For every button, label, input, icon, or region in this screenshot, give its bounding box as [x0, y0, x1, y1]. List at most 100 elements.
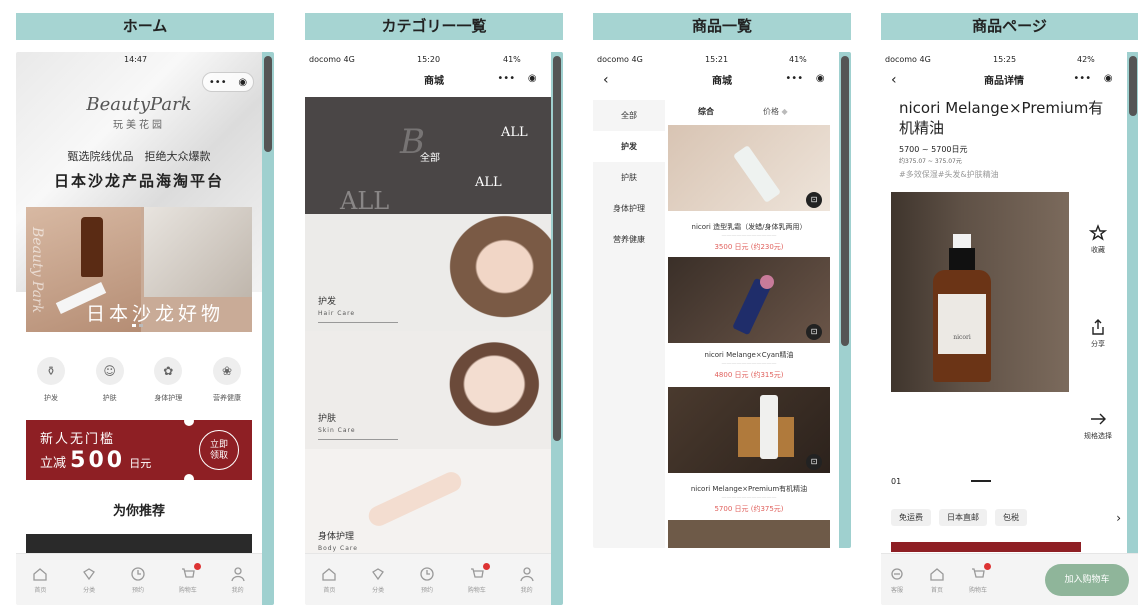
- tab-category[interactable]: 分类: [370, 566, 386, 594]
- scrollbar[interactable]: [262, 52, 274, 605]
- arrow-right-icon: [1091, 413, 1106, 425]
- more-icon[interactable]: •••: [497, 73, 515, 84]
- sidebar-item-skin[interactable]: 护肤: [593, 162, 665, 193]
- user-icon: [230, 566, 245, 581]
- mini-program-capsule[interactable]: ••• ◉: [202, 72, 254, 92]
- category-skin-care[interactable]: 护肤 Skin Care: [305, 331, 551, 449]
- product-list-screen: docomo 4G 15:21 41% ‹ 商城 ••• ◉ 全部 护发 护肤 身体护…: [593, 52, 851, 548]
- status-bar: docomo 4G 15:25 42%: [885, 55, 1095, 64]
- add-to-cart-button[interactable]: 加入购物车: [1045, 563, 1129, 596]
- header-category: カテゴリー一覧: [305, 13, 563, 40]
- add-cart-icon[interactable]: ⊡: [806, 324, 822, 340]
- category-skin[interactable]: ☺ 护肤: [85, 357, 135, 403]
- model-photo: [365, 468, 465, 530]
- clock-icon: [420, 566, 434, 581]
- sort-icon: ◆: [781, 107, 788, 116]
- category-icon: [372, 567, 385, 580]
- claim-button[interactable]: 立即 领取: [199, 430, 239, 470]
- product-tags: #多效保湿#头发&护肤精油: [899, 170, 999, 179]
- status-bar: 14:47: [124, 55, 148, 64]
- mini-program-capsule[interactable]: ••• ◉: [491, 68, 543, 88]
- target-icon[interactable]: ◉: [238, 77, 247, 88]
- product-name[interactable]: nicori Melange×Cyan精油: [668, 350, 830, 360]
- cart-badge: [193, 562, 201, 570]
- category-body-care[interactable]: 身体护理 Body Care: [305, 449, 551, 553]
- target-icon[interactable]: ◉: [528, 73, 537, 84]
- tab-cart[interactable]: 购物车: [179, 562, 201, 594]
- home-screen: 14:47 ••• ◉ BeautyPark 玩美花园 甄选院线优品 拒绝大众爆款…: [16, 52, 274, 605]
- brand-chinese: 玩美花园: [113, 120, 165, 131]
- model-photo: [425, 331, 551, 449]
- category-icon: [83, 567, 96, 580]
- brand-logo: BeautyPark: [86, 94, 192, 115]
- tab-cart[interactable]: 购物车: [468, 562, 490, 594]
- price-range: 5700 ~ 5700日元: [899, 145, 968, 154]
- sidebar-item-body[interactable]: 身体护理: [593, 193, 665, 224]
- home-button[interactable]: 首页: [929, 566, 945, 594]
- tab-home[interactable]: 首页: [32, 566, 48, 594]
- category-label: 全部: [420, 153, 440, 164]
- category-all[interactable]: B 全部 ALL ALL ALL: [305, 97, 551, 214]
- face-icon: ☺: [95, 357, 124, 385]
- scrollbar[interactable]: [839, 52, 851, 548]
- favorite-button[interactable]: 收藏: [1077, 224, 1119, 255]
- product-name[interactable]: nicori Melange×Premium有机精油: [668, 484, 830, 494]
- spec-select-button[interactable]: 规格选择: [1077, 410, 1119, 441]
- target-icon[interactable]: ◉: [816, 73, 825, 84]
- tab-bar: 首页 分类 预约 购物车 我的: [16, 553, 262, 605]
- product-detail-screen: docomo 4G 15:25 42% ‹ 商品详情 ••• ◉ nicori Mel…: [881, 52, 1138, 605]
- mini-program-capsule[interactable]: ••• ◉: [1067, 68, 1119, 88]
- detail-banner: [891, 542, 1081, 552]
- platform-slogan: 日本沙龙产品海淘平台: [53, 172, 224, 190]
- tab-profile[interactable]: 我的: [519, 566, 535, 594]
- cart-badge: [482, 562, 490, 570]
- scrollbar[interactable]: [551, 52, 563, 605]
- image-index: 01: [891, 477, 902, 486]
- chevron-right-icon[interactable]: ›: [1116, 511, 1121, 525]
- clock-icon: [131, 566, 145, 581]
- tab-bar: 首页 分类 预约 购物车 我的: [305, 553, 551, 605]
- sidebar-item-all[interactable]: 全部: [593, 100, 665, 131]
- tab-home[interactable]: 首页: [321, 566, 337, 594]
- service-badges[interactable]: 免运费 日本直邮 包税 ›: [891, 509, 1121, 526]
- more-icon[interactable]: •••: [209, 77, 227, 88]
- more-icon[interactable]: •••: [1073, 73, 1091, 84]
- status-bar: docomo 4G 15:20 41%: [309, 55, 521, 64]
- hero-banner[interactable]: Beauty Park 日本沙龙好物: [26, 207, 252, 332]
- category-hair-care[interactable]: 护发 Hair Care: [305, 214, 551, 331]
- category-hair[interactable]: ⚱ 护发: [26, 357, 76, 403]
- category-body[interactable]: ✿ 身体护理: [143, 357, 193, 403]
- category-row: ⚱ 护发 ☺ 护肤 ✿ 身体护理 ❀ 营养健康: [26, 357, 252, 403]
- tab-category[interactable]: 分类: [81, 566, 97, 594]
- sort-tab-default[interactable]: 综合: [698, 106, 714, 117]
- product-name[interactable]: nicori 造型乳霜（发蜡/身体乳两用）: [668, 222, 830, 232]
- target-icon[interactable]: ◉: [1104, 73, 1113, 84]
- recommend-product-image[interactable]: [26, 534, 252, 554]
- add-cart-icon[interactable]: ⊡: [806, 192, 822, 208]
- product-title: nicori Melange×Premium有机精油: [899, 99, 1104, 137]
- sidebar-item-supplement[interactable]: 营养健康: [593, 224, 665, 255]
- header-product-list: 商品一覧: [593, 13, 851, 40]
- mini-program-capsule[interactable]: ••• ◉: [779, 68, 831, 88]
- model-photo: [435, 214, 551, 331]
- scrollbar[interactable]: [1127, 52, 1138, 605]
- share-button[interactable]: 分享: [1077, 318, 1119, 349]
- new-user-coupon[interactable]: 新人无门槛 立减 500 日元 立即 领取: [26, 416, 252, 484]
- bottle-icon: ⚱: [37, 357, 65, 385]
- product-image[interactable]: [668, 520, 830, 548]
- product-main-image[interactable]: nicori: [891, 192, 1069, 392]
- tab-profile[interactable]: 我的: [230, 566, 246, 594]
- customer-service-button[interactable]: 客服: [889, 566, 905, 594]
- add-cart-icon[interactable]: ⊡: [806, 454, 822, 470]
- cart-button[interactable]: 购物车: [969, 562, 992, 594]
- sort-tab-price[interactable]: 价格 ◆: [763, 106, 788, 117]
- product-action-bar: 客服 首页 购物车 加入购物车: [881, 553, 1138, 605]
- home-icon: [930, 567, 944, 581]
- user-icon: [519, 566, 534, 581]
- tab-booking[interactable]: 预约: [130, 566, 146, 594]
- tab-booking[interactable]: 预约: [419, 566, 435, 594]
- recommend-title: 为你推荐: [112, 504, 165, 519]
- category-supplement[interactable]: ❀ 营养健康: [202, 357, 252, 403]
- more-icon[interactable]: •••: [785, 73, 803, 84]
- sidebar-item-hair[interactable]: 护发: [593, 131, 665, 162]
